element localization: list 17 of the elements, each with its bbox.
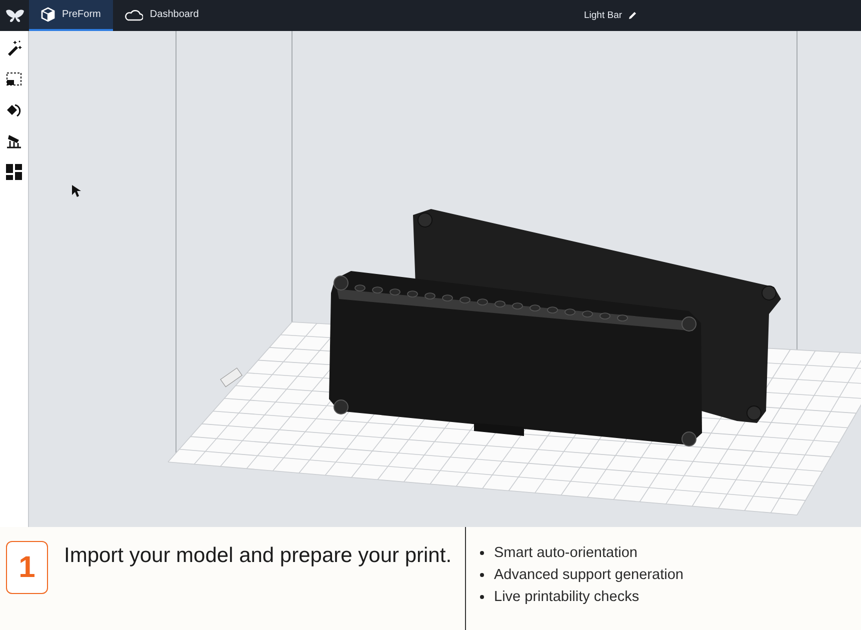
cube-icon (41, 7, 55, 22)
document-title: Light Bar (584, 10, 622, 21)
app-tab[interactable]: PreForm (29, 0, 113, 31)
feature-item: Smart auto-orientation (494, 545, 638, 561)
layout-icon[interactable] (3, 161, 25, 183)
bullet-icon (480, 595, 484, 599)
bullet-icon (480, 573, 484, 577)
feature-item: Live printability checks (494, 589, 640, 605)
pencil-icon[interactable] (628, 11, 638, 20)
bullet-icon (480, 551, 484, 555)
app-tab[interactable]: Dashboard (112, 0, 211, 31)
step-number: 1 (6, 541, 48, 594)
step-heading: Import your model and prepare your print. (64, 543, 452, 569)
butterfly-logo-icon[interactable] (4, 8, 24, 22)
cloud-icon (124, 8, 143, 21)
mouse-cursor-icon (72, 185, 81, 197)
feature-item: Advanced support generation (494, 567, 684, 583)
